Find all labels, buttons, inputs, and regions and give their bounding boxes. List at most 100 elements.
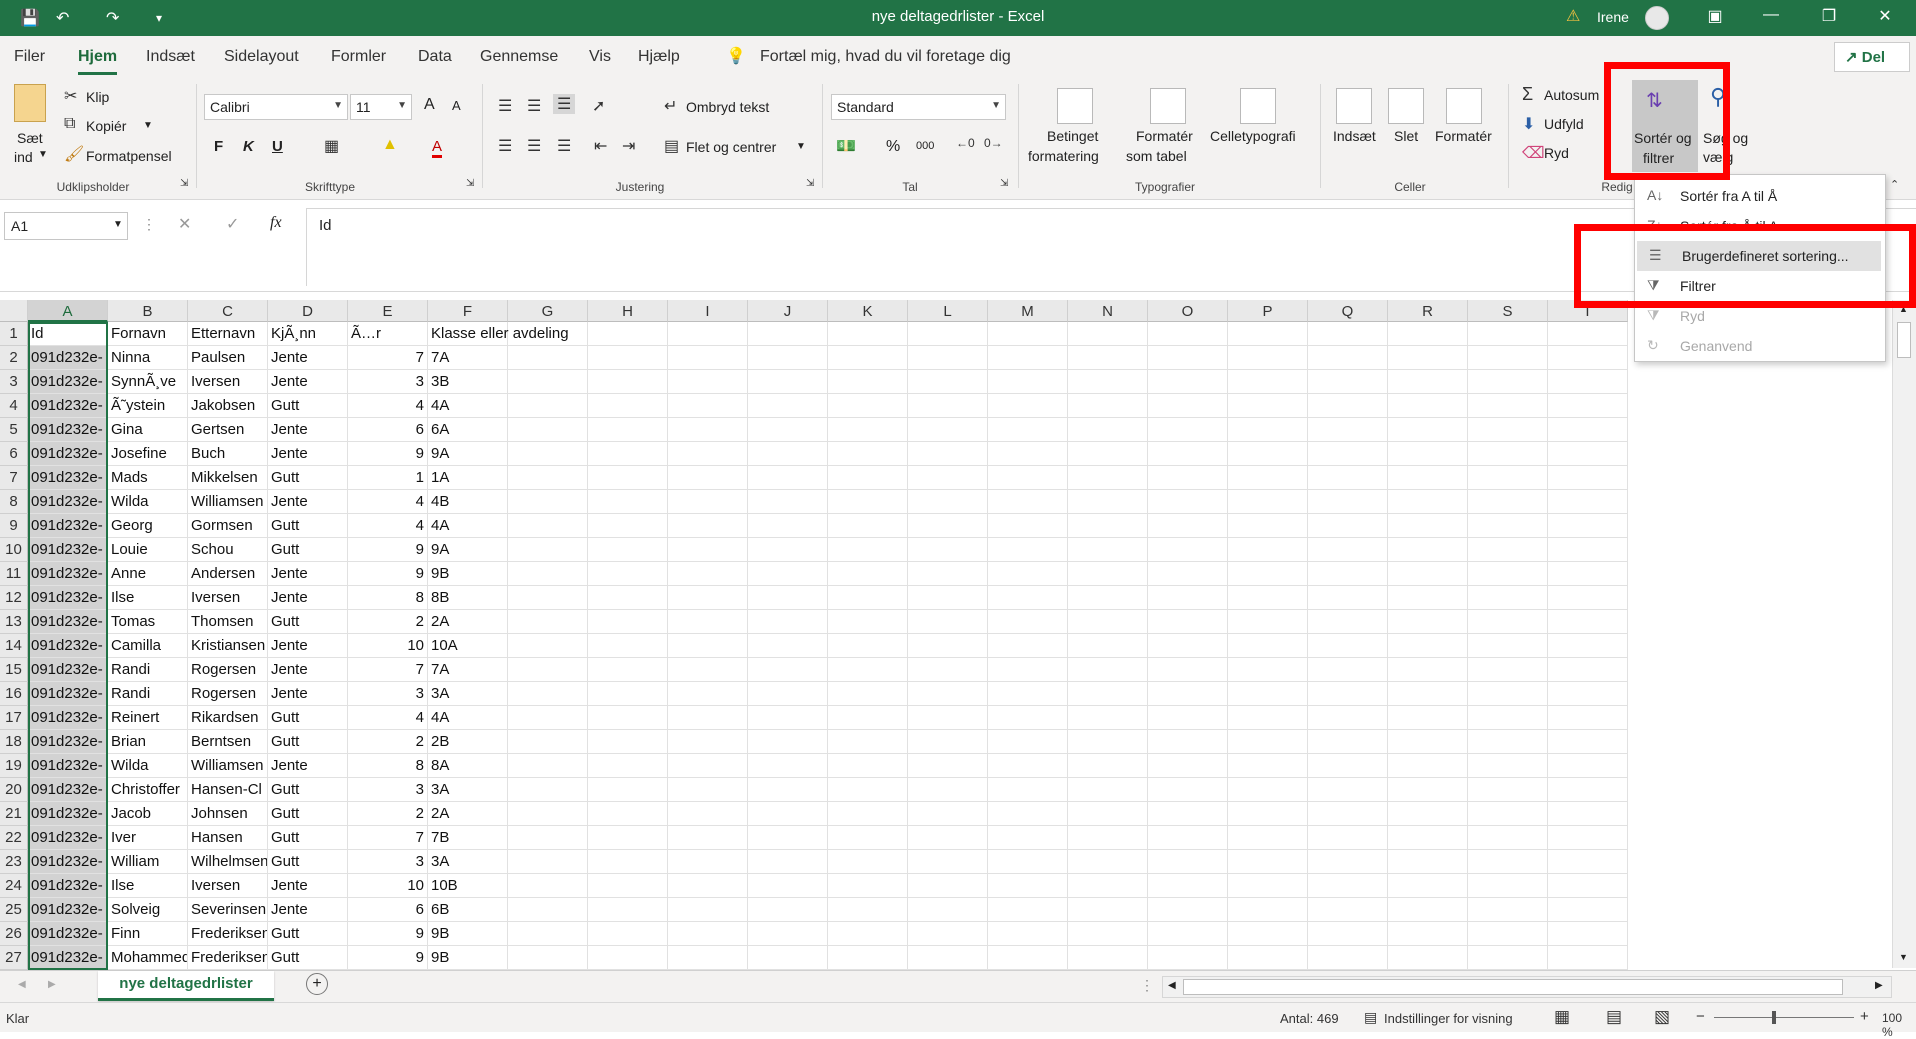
table-cell[interactable] (908, 346, 988, 370)
table-cell[interactable] (1068, 586, 1148, 610)
table-cell[interactable] (988, 634, 1068, 658)
table-cell[interactable] (508, 370, 588, 394)
table-cell[interactable] (1468, 562, 1548, 586)
table-cell[interactable] (1308, 394, 1388, 418)
format-as-table-label-1[interactable]: Formatér (1136, 128, 1193, 144)
table-cell[interactable]: Christoffer (108, 778, 188, 802)
table-cell[interactable] (1388, 754, 1468, 778)
table-cell[interactable]: Buch (188, 442, 268, 466)
table-cell[interactable]: Johnsen (188, 802, 268, 826)
table-cell[interactable]: Gutt (268, 466, 348, 490)
table-cell[interactable]: 10 (348, 634, 428, 658)
row-header-26[interactable]: 26 (0, 922, 28, 946)
header-cell[interactable] (828, 322, 908, 346)
table-cell[interactable] (1388, 514, 1468, 538)
tab-split-icon[interactable]: ⋮ (1140, 977, 1154, 994)
table-cell[interactable] (668, 754, 748, 778)
table-cell[interactable]: Tomas (108, 610, 188, 634)
table-cell[interactable] (668, 682, 748, 706)
table-cell[interactable]: 2B (428, 730, 508, 754)
table-cell[interactable] (1548, 658, 1628, 682)
tab-file[interactable]: Filer (14, 48, 45, 66)
table-cell[interactable]: Jacob (108, 802, 188, 826)
table-cell[interactable] (1308, 802, 1388, 826)
table-cell[interactable] (828, 490, 908, 514)
eraser-icon[interactable]: ⌫ (1522, 143, 1545, 163)
table-cell[interactable]: Schou (188, 538, 268, 562)
column-header-d[interactable]: D (268, 300, 348, 322)
table-cell[interactable] (588, 874, 668, 898)
table-cell[interactable] (828, 658, 908, 682)
decrease-indent-icon[interactable]: ⇤ (594, 136, 607, 156)
paste-label-1[interactable]: Sæt (17, 130, 43, 146)
table-cell[interactable]: Brian (108, 730, 188, 754)
table-cell[interactable] (1148, 706, 1228, 730)
table-cell[interactable]: 4 (348, 514, 428, 538)
table-cell[interactable] (668, 514, 748, 538)
table-cell[interactable] (1148, 538, 1228, 562)
next-sheet-icon[interactable]: ▶ (48, 979, 56, 990)
table-cell[interactable]: Jente (268, 898, 348, 922)
table-cell[interactable] (508, 394, 588, 418)
table-cell[interactable]: Jente (268, 874, 348, 898)
table-cell[interactable] (668, 442, 748, 466)
table-cell[interactable]: 2 (348, 730, 428, 754)
table-cell[interactable]: 8 (348, 586, 428, 610)
sheet-tab-active[interactable]: nye deltagedrlister (98, 971, 274, 1001)
header-cell[interactable] (1308, 322, 1388, 346)
table-cell[interactable] (508, 634, 588, 658)
table-cell[interactable] (908, 658, 988, 682)
vertical-scroll-thumb[interactable] (1897, 322, 1911, 358)
table-cell[interactable] (1308, 466, 1388, 490)
table-cell[interactable] (668, 466, 748, 490)
table-cell[interactable] (748, 682, 828, 706)
table-cell[interactable]: Wilda (108, 754, 188, 778)
table-cell[interactable]: Iversen (188, 370, 268, 394)
table-cell[interactable] (1388, 370, 1468, 394)
align-right-icon[interactable]: ☰ (557, 136, 571, 156)
table-cell[interactable] (908, 778, 988, 802)
table-cell[interactable] (1468, 418, 1548, 442)
header-cell[interactable] (1148, 322, 1228, 346)
table-cell[interactable]: 3 (348, 778, 428, 802)
table-cell[interactable]: 2 (348, 802, 428, 826)
header-cell[interactable] (748, 322, 828, 346)
table-cell[interactable] (668, 490, 748, 514)
tab-insert[interactable]: Indsæt (146, 48, 195, 66)
table-cell[interactable]: Frederiksen (188, 922, 268, 946)
number-launcher-icon[interactable]: ⇲ (1000, 178, 1008, 189)
table-cell[interactable] (828, 730, 908, 754)
table-cell[interactable] (828, 634, 908, 658)
table-cell[interactable] (1308, 730, 1388, 754)
header-cell[interactable]: Klasse eller avdeling (428, 322, 569, 346)
table-cell[interactable] (1148, 898, 1228, 922)
font-name-combo[interactable]: Calibri ▼ (204, 94, 348, 120)
table-cell[interactable]: Gutt (268, 730, 348, 754)
table-cell[interactable] (828, 850, 908, 874)
table-cell[interactable]: Gutt (268, 778, 348, 802)
clear-button[interactable]: Ryd (1544, 145, 1569, 161)
table-cell[interactable] (1308, 418, 1388, 442)
column-header-e[interactable]: E (348, 300, 428, 322)
table-cell[interactable]: 9 (348, 442, 428, 466)
table-cell[interactable]: Mads (108, 466, 188, 490)
cancel-entry-icon[interactable]: ✕ (178, 214, 191, 234)
table-cell[interactable] (1228, 610, 1308, 634)
table-cell[interactable]: Reinert (108, 706, 188, 730)
column-header-o[interactable]: O (1148, 300, 1228, 322)
table-cell[interactable] (988, 610, 1068, 634)
table-cell[interactable] (668, 658, 748, 682)
table-cell[interactable]: 1 (348, 466, 428, 490)
table-cell[interactable] (508, 922, 588, 946)
table-cell[interactable]: 8 (348, 754, 428, 778)
table-cell[interactable] (1308, 778, 1388, 802)
table-cell[interactable]: 3A (428, 778, 508, 802)
table-cell[interactable] (1548, 706, 1628, 730)
row-header-21[interactable]: 21 (0, 802, 28, 826)
table-cell[interactable] (828, 514, 908, 538)
collapse-ribbon-icon[interactable]: ⌃ (1890, 178, 1899, 191)
table-cell[interactable] (1468, 394, 1548, 418)
table-cell[interactable] (508, 346, 588, 370)
table-cell[interactable]: Jente (268, 682, 348, 706)
table-cell[interactable]: Mohammed (108, 946, 188, 970)
